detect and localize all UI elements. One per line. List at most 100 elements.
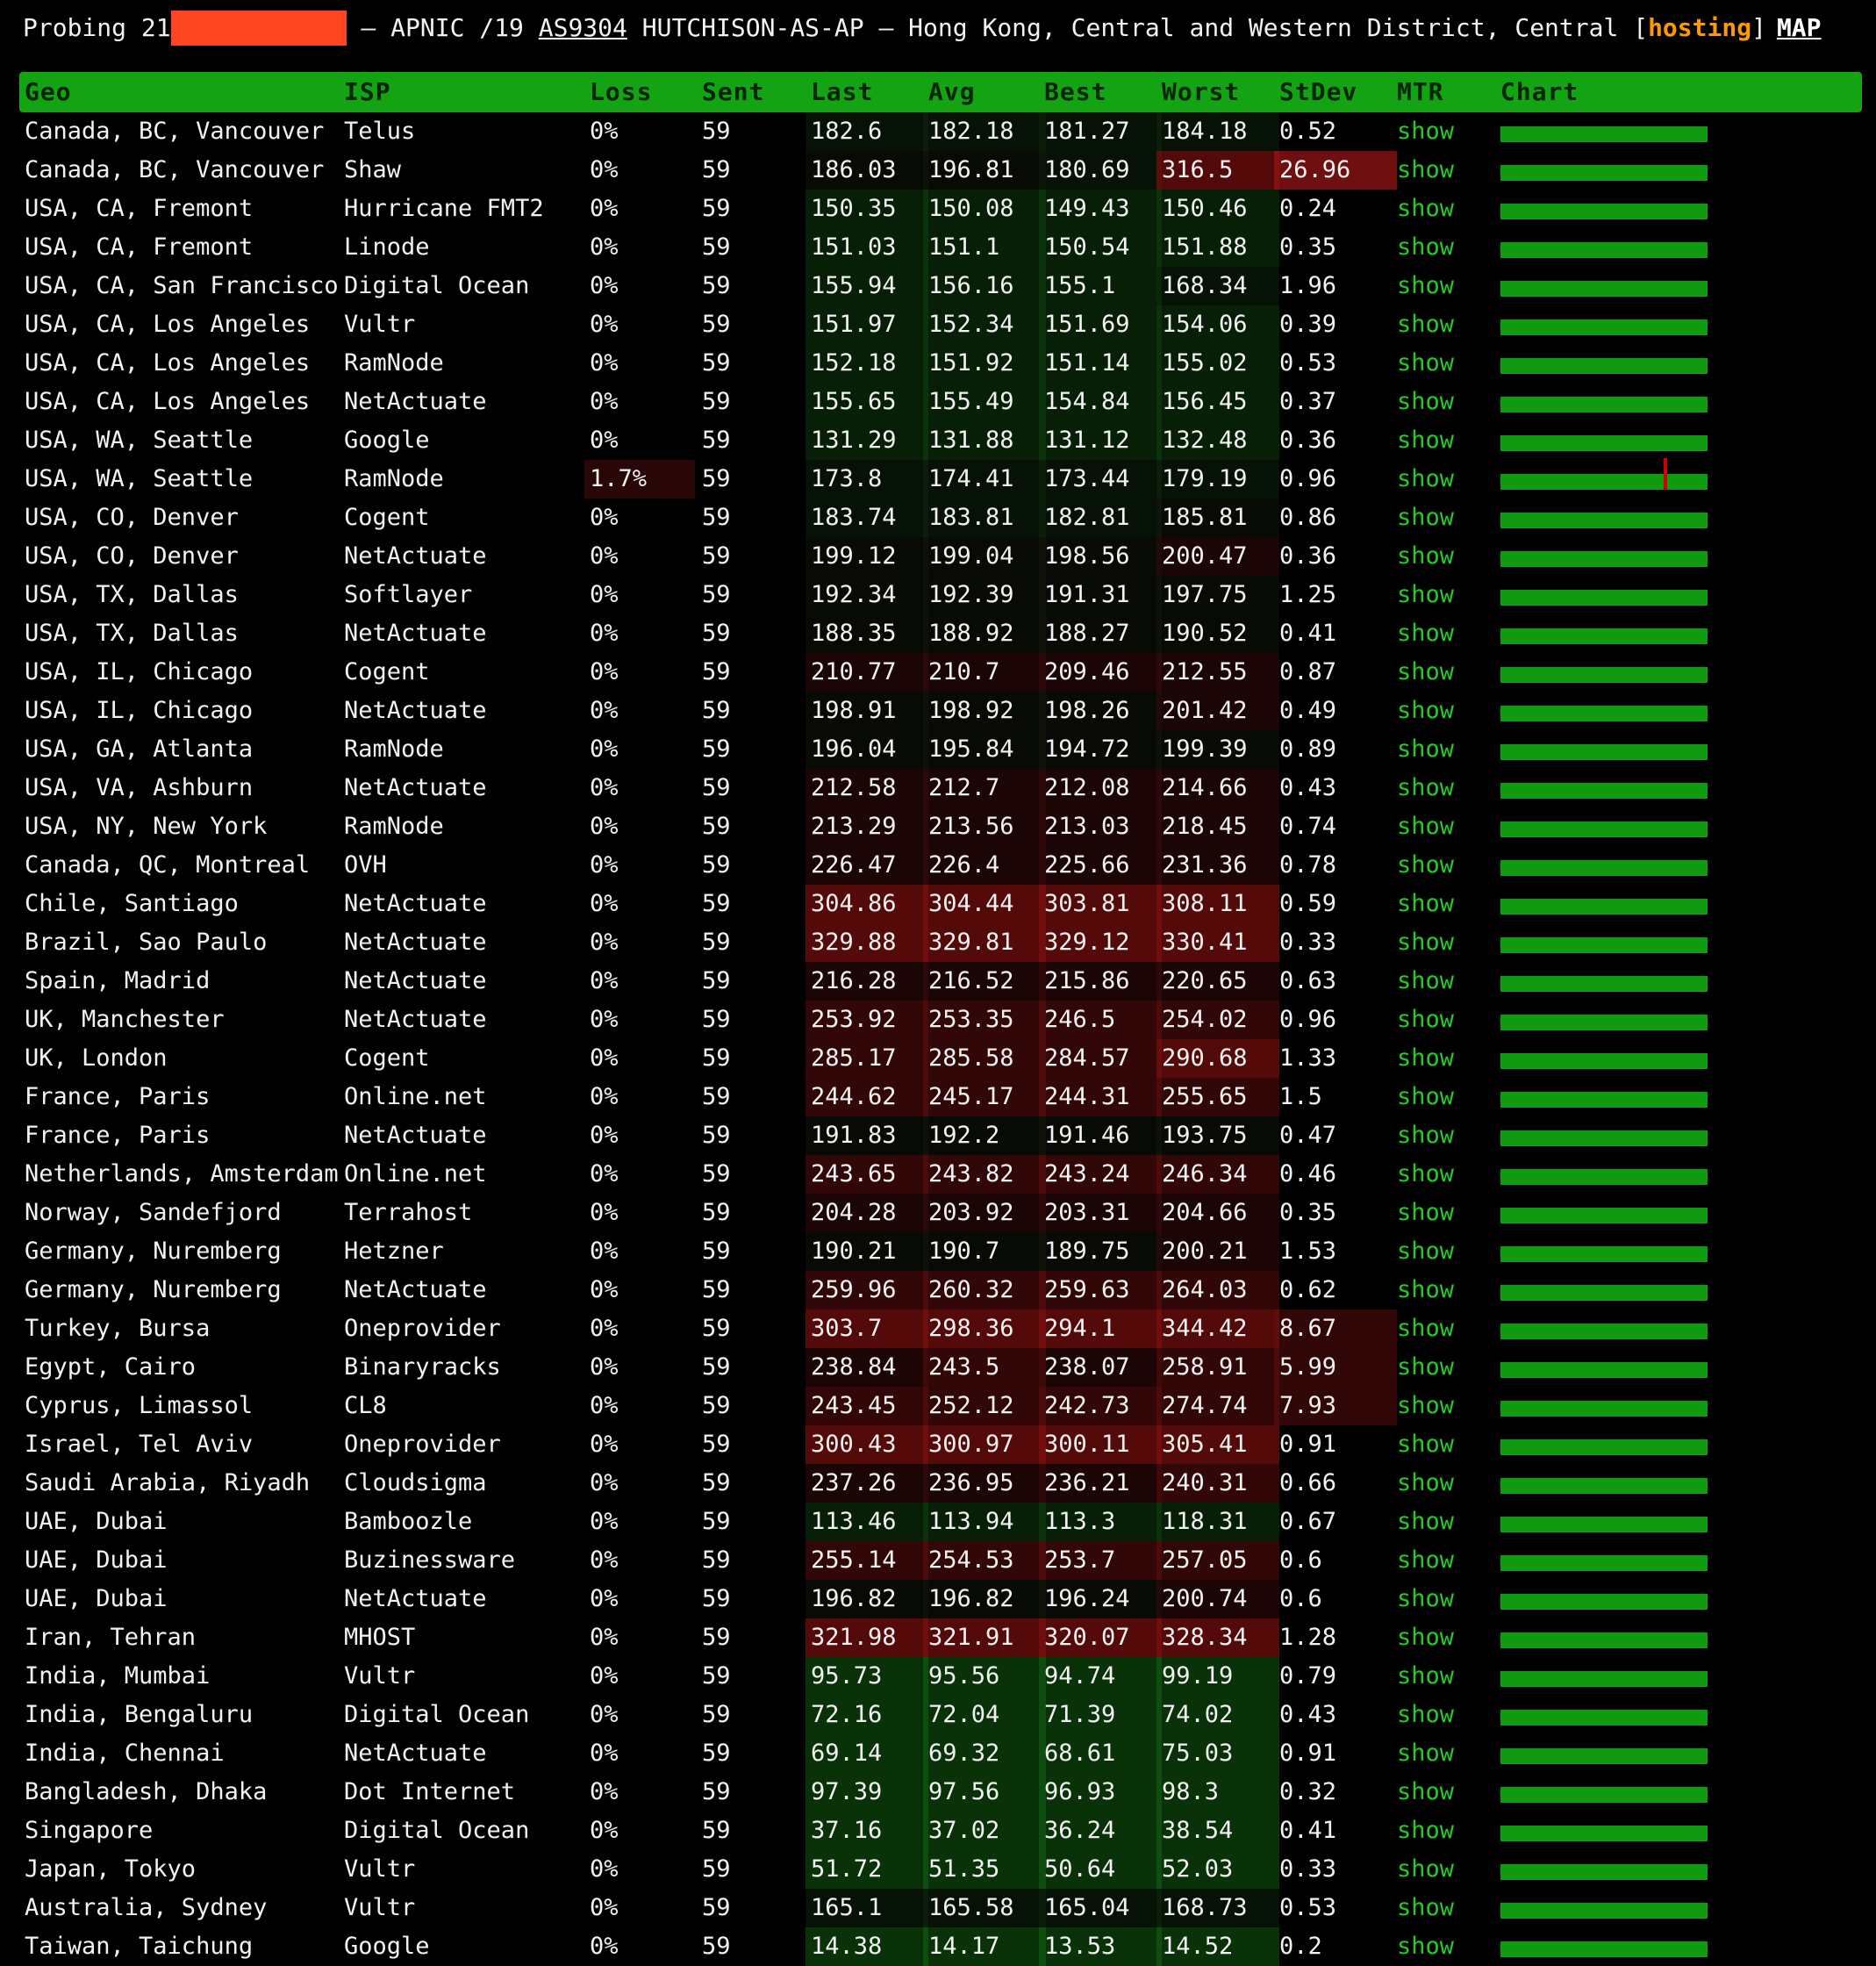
latency-sparkline <box>1500 1127 1708 1146</box>
mtr-show-link[interactable]: show <box>1397 1696 1454 1734</box>
cell-avg: 131.88 <box>923 421 1046 460</box>
mtr-show-link[interactable]: show <box>1397 885 1454 923</box>
mtr-show-link[interactable]: show <box>1397 1464 1454 1503</box>
latency-sparkline <box>1500 934 1708 953</box>
mtr-show-link[interactable]: show <box>1397 1116 1454 1155</box>
cell-loss: 0% <box>590 697 619 724</box>
cell-worst: 179.19 <box>1156 460 1279 499</box>
mtr-show-link[interactable]: show <box>1397 151 1454 190</box>
latency-sparkline <box>1500 277 1708 297</box>
mtr-show-link[interactable]: show <box>1397 1194 1454 1232</box>
mtr-show-link[interactable]: show <box>1397 692 1454 730</box>
cell-best: 294.1 <box>1039 1309 1162 1348</box>
mtr-show-link[interactable]: show <box>1397 190 1454 228</box>
mtr-show-link[interactable]: show <box>1397 1927 1454 1966</box>
mtr-show-link[interactable]: show <box>1397 1155 1454 1194</box>
latency-sparkline <box>1500 702 1708 721</box>
cell-geo: USA, IL, Chicago <box>25 658 254 685</box>
mtr-show-link[interactable]: show <box>1397 807 1454 846</box>
mtr-show-link[interactable]: show <box>1397 1348 1454 1387</box>
cell-sent: 59 <box>702 1508 731 1535</box>
latency-sparkline <box>1500 1281 1708 1301</box>
sparkline-bar <box>1500 126 1708 142</box>
cell-sent: 59 <box>702 1353 731 1381</box>
mtr-show-link[interactable]: show <box>1397 1734 1454 1773</box>
cell-geo: Germany, Nuremberg <box>25 1238 282 1265</box>
cell-isp: Online.net <box>344 1160 487 1187</box>
mtr-show-link[interactable]: show <box>1397 1503 1454 1541</box>
cell-geo: USA, CA, San Francisco <box>25 272 339 299</box>
cell-last: 173.8 <box>806 460 928 499</box>
cell-loss: 0% <box>590 1817 619 1844</box>
mtr-show-link[interactable]: show <box>1397 267 1454 305</box>
cell-geo: USA, GA, Atlanta <box>25 735 254 763</box>
mtr-show-link[interactable]: show <box>1397 1850 1454 1889</box>
table-row: USA, CA, Fremont Hurricane FMT2 0% 59 150.35… <box>0 190 1876 228</box>
mtr-show-link[interactable]: show <box>1397 421 1454 460</box>
mtr-show-link[interactable]: show <box>1397 499 1454 537</box>
mtr-show-link[interactable]: show <box>1397 962 1454 1001</box>
cell-stdev: 0.96 <box>1279 465 1337 492</box>
mtr-show-link[interactable]: show <box>1397 730 1454 769</box>
latency-sparkline <box>1500 1436 1708 1455</box>
cell-sent: 59 <box>702 542 731 570</box>
mtr-show-link[interactable]: show <box>1397 1078 1454 1116</box>
table-row: USA, CA, Los Angeles NetActuate 0% 59 155.65… <box>0 383 1876 421</box>
cell-isp: NetActuate <box>344 1740 487 1767</box>
mtr-show-link[interactable]: show <box>1397 1812 1454 1850</box>
mtr-show-link[interactable]: show <box>1397 305 1454 344</box>
mtr-show-link[interactable]: show <box>1397 923 1454 962</box>
mtr-show-link[interactable]: show <box>1397 1657 1454 1696</box>
table-row: Norway, Sandefjord Terrahost 0% 59 204.28 203… <box>0 1194 1876 1232</box>
mtr-show-link[interactable]: show <box>1397 1425 1454 1464</box>
cell-avg: 213.56 <box>923 807 1046 846</box>
cell-avg: 226.4 <box>923 846 1046 885</box>
mtr-show-link[interactable]: show <box>1397 1001 1454 1039</box>
table-row: UK, London Cogent 0% 59 285.17 285.58 284.57 29… <box>0 1039 1876 1078</box>
mtr-show-link[interactable]: show <box>1397 1618 1454 1657</box>
cell-sent: 59 <box>702 890 731 917</box>
cell-geo: UK, Manchester <box>25 1006 225 1033</box>
cell-isp: Oneprovider <box>344 1431 501 1458</box>
mtr-show-link[interactable]: show <box>1397 846 1454 885</box>
cell-isp: Digital Ocean <box>344 1701 530 1728</box>
table-row: USA, WA, Seattle Google 0% 59 131.29 131.88 13… <box>0 421 1876 460</box>
mtr-show-link[interactable]: show <box>1397 537 1454 576</box>
mtr-show-link[interactable]: show <box>1397 112 1454 151</box>
mtr-show-link[interactable]: show <box>1397 614 1454 653</box>
cell-stdev: 1.28 <box>1279 1624 1337 1651</box>
cell-best: 191.46 <box>1039 1116 1162 1155</box>
mtr-show-link[interactable]: show <box>1397 344 1454 383</box>
cell-worst: 98.3 <box>1156 1773 1279 1812</box>
mtr-show-link[interactable]: show <box>1397 1309 1454 1348</box>
mtr-show-link[interactable]: show <box>1397 228 1454 267</box>
mtr-show-link[interactable]: show <box>1397 1271 1454 1309</box>
cell-avg: 190.7 <box>923 1232 1046 1271</box>
map-link[interactable]: MAP <box>1777 13 1822 42</box>
cell-last: 285.17 <box>806 1039 928 1078</box>
mtr-show-link[interactable]: show <box>1397 1541 1454 1580</box>
mtr-show-link[interactable]: show <box>1397 460 1454 499</box>
mtr-show-link[interactable]: show <box>1397 769 1454 807</box>
cell-loss: 0% <box>590 851 619 879</box>
asn-link[interactable]: AS9304 <box>539 13 627 42</box>
mtr-show-link[interactable]: show <box>1397 1580 1454 1618</box>
cell-stdev: 0.52 <box>1279 118 1337 145</box>
mtr-show-link[interactable]: show <box>1397 1039 1454 1078</box>
cell-geo: Chile, Santiago <box>25 890 239 917</box>
cell-sent: 59 <box>702 1276 731 1303</box>
mtr-show-link[interactable]: show <box>1397 1889 1454 1927</box>
mtr-show-link[interactable]: show <box>1397 1773 1454 1812</box>
table-row: Japan, Tokyo Vultr 0% 59 51.72 51.35 50.64 52.0… <box>0 1850 1876 1889</box>
mtr-show-link[interactable]: show <box>1397 383 1454 421</box>
mtr-show-link[interactable]: show <box>1397 653 1454 692</box>
cell-avg: 210.7 <box>923 653 1046 692</box>
mtr-show-link[interactable]: show <box>1397 1232 1454 1271</box>
cell-isp: Hetzner <box>344 1238 444 1265</box>
cell-best: 320.07 <box>1039 1618 1162 1657</box>
cell-last: 182.6 <box>806 112 928 151</box>
table-row: UAE, Dubai NetActuate 0% 59 196.82 196.82 196.… <box>0 1580 1876 1618</box>
mtr-show-link[interactable]: show <box>1397 1387 1454 1425</box>
mtr-show-link[interactable]: show <box>1397 576 1454 614</box>
cell-loss: 0% <box>590 1083 619 1110</box>
